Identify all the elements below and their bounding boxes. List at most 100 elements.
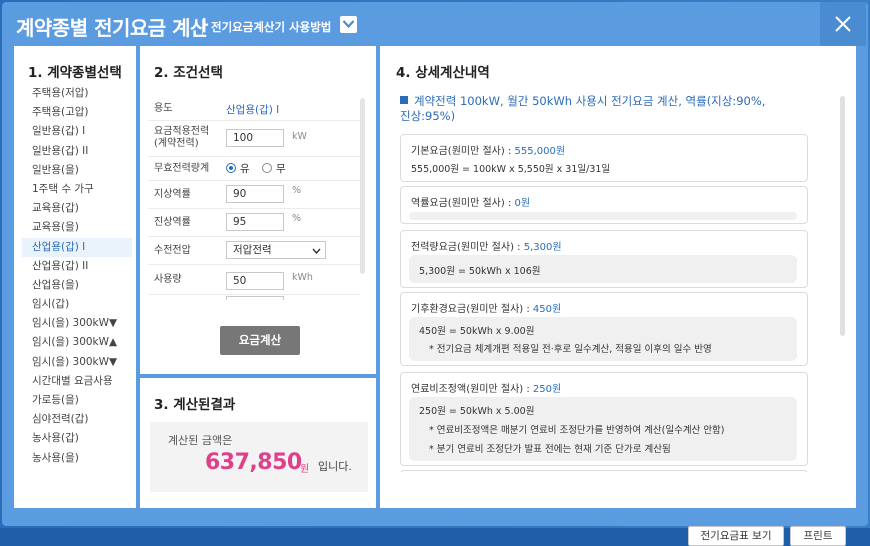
detail-panel: 4. 상세계산내역 계약전력 100kW, 월간 50kWh 사용시 전기요금 …	[380, 46, 856, 546]
contract-type-item[interactable]: 교육용(을)	[22, 218, 132, 237]
calculate-button[interactable]: 요금계산	[220, 326, 300, 355]
contract-power-input[interactable]: 100	[226, 129, 284, 147]
result-box: 계산된 금액은 637,850 원 입니다.	[150, 422, 368, 492]
pf-fee-card: 역률요금(원미만 절사) : 0원	[400, 186, 808, 224]
contract-type-item[interactable]: 산업용(을)	[22, 276, 132, 295]
contract-type-item[interactable]: 가로등(을)	[22, 391, 132, 410]
contract-type-item[interactable]: 일반용(갑) I	[22, 122, 132, 141]
reactive-no-label: 무	[276, 163, 286, 175]
pf-fee-title: 역률요금(원미만 절사) : 0원	[411, 194, 530, 209]
contract-type-item[interactable]: 임시(을) 300kW▲	[22, 333, 132, 352]
contract-type-item[interactable]: 1주택 수 가구	[22, 180, 132, 199]
usage-amount-row: 사용량 50 kWh	[148, 264, 360, 295]
fuel-fee-title: 연료비조정액(원미만 절사) : 250원	[411, 380, 561, 395]
lead-label: 진상역률	[154, 217, 191, 228]
contract-type-item[interactable]: 산업용(갑) I	[22, 237, 132, 257]
voltage-label: 수전전압	[154, 245, 191, 256]
clipped-next-card	[400, 470, 808, 472]
reactive-row: 무효전력량계 유 무	[148, 156, 360, 181]
lead-unit: %	[292, 213, 302, 224]
energy-fee-card: 전력량요금(원미만 절사) : 5,300원 5,300원 = 50kWh x …	[400, 230, 808, 288]
fuel-fee-label: 연료비조정액(원미만 절사) :	[411, 384, 533, 395]
chevron-down-icon	[342, 20, 355, 29]
contract-type-item[interactable]: 일반용(을)	[22, 161, 132, 180]
detail-cards: 기본요금(원미만 절사) : 555,000원 555,000원 = 100kW…	[400, 134, 810, 472]
condition-scrollbar[interactable]	[360, 98, 365, 274]
guide-link[interactable]: 전기요금계산기 사용방법	[202, 19, 331, 35]
lag-unit: %	[292, 185, 302, 196]
lag-input[interactable]: 90	[226, 185, 284, 203]
fuel-fee-card: 연료비조정액(원미만 절사) : 250원 250원 = 50kWh x 5.0…	[400, 372, 808, 466]
headline-line2: 진상:95%)	[400, 109, 456, 123]
lead-input[interactable]: 95	[226, 213, 284, 231]
climate-fee-box: 450원 = 50kWh x 9.00원 * 전기요금 체계개편 적용일 전·후…	[409, 317, 797, 361]
usage-row: 용도 산업용(갑) I	[148, 96, 360, 121]
contract-type-item[interactable]: 주택용(고압)	[22, 103, 132, 122]
contract-power-row: 요금적용전력 (계약전력) 100 kW	[148, 120, 360, 157]
base-fee-formula: 555,000원 = 100kW x 5,550원 x 31일/31일	[411, 164, 611, 175]
square-bullet-icon	[400, 96, 408, 104]
reactive-yes-radio[interactable]	[226, 163, 236, 173]
contract-type-item[interactable]: 농사용(을)	[22, 449, 132, 468]
contract-power-unit: kW	[292, 131, 307, 142]
contract-power-label-line2: (계약전력)	[154, 138, 199, 149]
detail-scrollbar[interactable]	[840, 96, 845, 336]
close-button[interactable]	[820, 2, 866, 46]
contract-type-item[interactable]: 산업용(갑) II	[22, 257, 132, 276]
climate-fee-card: 기후환경요금(원미만 절사) : 450원 450원 = 50kWh x 9.0…	[400, 292, 808, 366]
contract-type-title: 1. 계약종별선택	[28, 65, 122, 81]
result-panel: 3. 계산된결과 계산된 금액은 637,850 원 입니다.	[140, 378, 376, 508]
energy-fee-formula: 5,300원 = 50kWh x 106원	[419, 266, 541, 277]
result-label: 계산된 금액은	[168, 434, 233, 447]
usage-label: 용도	[154, 103, 173, 114]
lag-row: 지상역률 90 %	[148, 180, 360, 209]
fuel-fee-amount: 250원	[532, 384, 562, 395]
fuel-fee-note-2: * 분기 연료비 조정단가 발표 전에는 현재 기준 단가로 계산됨	[429, 444, 671, 455]
pf-fee-label: 역률요금(원미만 절사) :	[411, 198, 515, 209]
base-fee-label: 기본요금(원미만 절사) :	[411, 146, 515, 157]
detail-title: 4. 상세계산내역	[396, 65, 490, 81]
energy-fee-title: 전력량요금(원미만 절사) : 5,300원	[411, 238, 562, 253]
climate-fee-note: * 전기요금 체계개편 적용일 전·후로 일수계산, 적용일 이후의 일수 반영	[429, 344, 712, 355]
close-icon	[835, 16, 851, 32]
lag-label: 지상역률	[154, 189, 191, 200]
lead-row: 진상역률 95 %	[148, 208, 360, 237]
contract-power-label: 요금적용전력 (계약전력)	[154, 126, 209, 150]
contract-power-label-line1: 요금적용전력	[154, 126, 210, 137]
base-fee-title: 기본요금(원미만 절사) : 555,000원	[411, 142, 565, 157]
climate-fee-formula: 450원 = 50kWh x 9.00원	[419, 326, 535, 337]
fuel-fee-box: 250원 = 50kWh x 5.00원 * 연료비조정액은 매분기 연료비 조…	[409, 397, 797, 461]
contract-type-item[interactable]: 심야전력(갑)	[22, 410, 132, 429]
base-fee-card: 기본요금(원미만 절사) : 555,000원 555,000원 = 100kW…	[400, 134, 808, 182]
contract-type-item[interactable]: 임시(갑)	[22, 295, 132, 314]
guide-dropdown-button[interactable]	[340, 16, 357, 33]
contract-type-item[interactable]: 교육용(갑)	[22, 199, 132, 218]
contract-type-list: 주택용(저압) 주택용(고압) 일반용(갑) I 일반용(갑) II 일반용(을) 1주택…	[22, 84, 132, 468]
fuel-fee-formula: 250원 = 50kWh x 5.00원	[419, 406, 535, 417]
contract-type-item[interactable]: 임시(을) 300kW▼	[22, 314, 132, 333]
result-tail: 입니다.	[318, 460, 352, 473]
dialog-title: 계약종별 전기요금 계산	[16, 16, 208, 40]
headline-line1: 계약전력 100kW, 월간 50kWh 사용시 전기요금 계산, 역률(지상:…	[414, 94, 766, 108]
voltage-select[interactable]: 저압전력	[226, 241, 326, 259]
contract-type-item[interactable]: 일반용(갑) II	[22, 142, 132, 161]
contract-type-item[interactable]: 주택용(저압)	[22, 84, 132, 103]
print-button[interactable]: 프린트	[790, 526, 846, 546]
result-title: 3. 계산된결과	[154, 397, 236, 413]
energy-fee-label: 전력량요금(원미만 절사) :	[411, 242, 524, 253]
usage-amount-input[interactable]: 50	[226, 272, 284, 290]
reactive-no-radio[interactable]	[262, 163, 272, 173]
pf-fee-amount: 0원	[514, 198, 531, 209]
base-fee-amount: 555,000원	[514, 146, 566, 157]
usage-value: 산업용(갑) I	[226, 104, 280, 116]
condition-panel: 2. 조건선택 용도 산업용(갑) I 요금적용전력 (계약전력) 100 kW …	[140, 46, 376, 374]
contract-type-item[interactable]: 시간대별 요금사용	[22, 372, 132, 391]
condition-form: 용도 산업용(갑) I 요금적용전력 (계약전력) 100 kW 무효전력량계 유…	[148, 96, 368, 300]
rate-table-button[interactable]: 전기요금표 보기	[688, 526, 784, 546]
climate-fee-amount: 450원	[532, 304, 562, 315]
usage-amount-unit: kWh	[292, 272, 313, 283]
contract-type-item[interactable]: 임시(을) 300kW▼	[22, 353, 132, 372]
energy-fee-box: 5,300원 = 50kWh x 106원	[409, 255, 797, 283]
contract-type-item[interactable]: 농사용(갑)	[22, 429, 132, 448]
contract-type-panel: 1. 계약종별선택 주택용(저압) 주택용(고압) 일반용(갑) I 일반용(갑) I…	[14, 46, 136, 508]
